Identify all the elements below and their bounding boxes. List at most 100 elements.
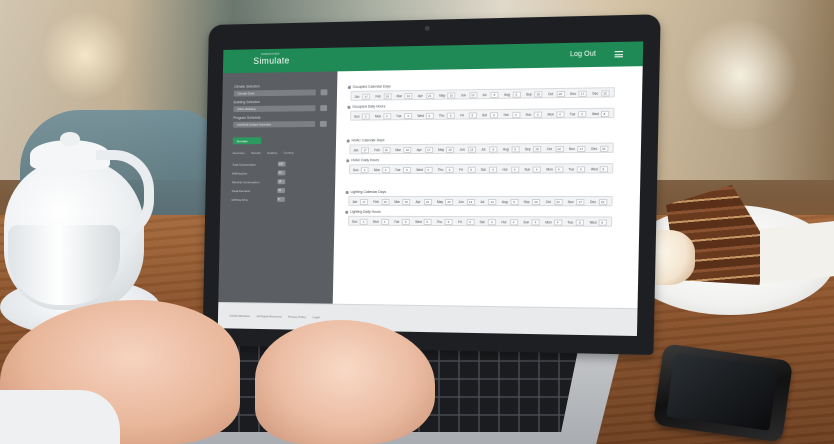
schedule-cell-input[interactable]: 15 [600,146,608,152]
schedule-cell-input[interactable]: 20 [533,146,541,152]
schedule-cell-input[interactable]: 17 [360,199,368,205]
schedule-cell-input[interactable]: 4 [553,219,561,225]
schedule-cell-input[interactable]: 4 [404,113,412,119]
schedule-cell-input[interactable]: 0 [362,114,370,120]
schedule-cell-input[interactable]: 6 [466,219,474,225]
schedule-cell-label: Tue [395,168,400,172]
schedule-cell-input[interactable]: 6 [424,167,432,173]
schedule-cell-input[interactable]: 4 [511,167,519,173]
schedule-section-title: Occupied Daily Hours [352,104,385,108]
schedule-cell-input[interactable]: 6 [576,219,584,225]
schedule-cell-input[interactable]: 21 [424,199,432,205]
schedule-cell-label: Jun [458,200,463,204]
schedule-cell-input[interactable]: 4 [361,167,369,173]
schedule-cell-input[interactable]: 6 [490,92,498,98]
schedule-cell-input[interactable]: 5 [511,146,519,152]
schedule-cell-input[interactable]: 13 [466,199,474,205]
schedule-cell-input[interactable]: 6 [467,167,475,173]
schedule-cell-input[interactable]: 8 [600,111,608,117]
brand-logo[interactable]: Simulate [253,55,290,65]
webcam [425,26,430,31]
schedule-cell-input[interactable]: 6 [578,111,586,117]
schedule-cell-input[interactable]: 4 [360,219,368,225]
stat-value: 6 [277,197,285,202]
logout-button[interactable]: Log Out [570,51,596,59]
schedule-cell-input[interactable]: 6 [577,166,585,172]
building-add-button[interactable] [320,105,327,111]
schedule-cell-input[interactable]: 4 [509,219,517,225]
footer-link-rights[interactable]: All Rights Reserved [256,314,281,318]
schedule-cell-input[interactable]: 4 [512,112,520,118]
schedule-cell-input[interactable]: 17 [361,147,369,153]
schedule-cell-input[interactable]: 4 [555,166,563,172]
schedule-cell-input[interactable]: 15 [601,90,609,96]
program-select[interactable]: ASHRAE Default Schedule [233,121,315,128]
schedule-cell-input[interactable]: 6 [446,167,454,173]
schedule-cell-input[interactable]: 13 [469,92,477,98]
schedule-cell-input[interactable]: 15 [598,199,606,205]
schedule-cell-input[interactable]: 4 [383,113,391,119]
schedule-cell-input[interactable]: 20 [534,91,542,97]
simulate-button[interactable]: Simulate [233,137,262,144]
schedule-cell-input[interactable]: 6 [468,112,476,118]
schedule-cell-input[interactable]: 22 [445,199,453,205]
schedule-cell-input[interactable]: 21 [426,93,434,99]
schedule-cell-input[interactable]: 17 [425,147,433,153]
tab-cooling[interactable]: Cooling [284,151,294,155]
footer: ©2015 Mindriver All Rights Reserved Priv… [218,302,638,336]
stat-value: 43 [278,170,286,175]
schedule-cell-input[interactable]: 16 [404,93,412,99]
schedule-cell-input[interactable]: 4 [556,111,564,117]
schedule-cell-input[interactable]: 4 [531,219,539,225]
hamburger-menu-icon[interactable] [615,51,624,57]
schedule-cell-input[interactable]: 16 [402,199,410,205]
schedule-cell-input[interactable]: 6 [403,167,411,173]
schedule-cell-input[interactable]: 0 [490,112,498,118]
schedule-cell-input[interactable]: 19 [381,199,389,205]
stat-value-text: 22 [278,189,281,192]
schedule-cell-input[interactable]: 4 [382,167,390,173]
footer-link-legal[interactable]: Legal [313,315,320,319]
tab-heating[interactable]: Heating [267,151,277,155]
schedule-cell-input[interactable]: 6 [402,219,410,225]
schedule-cell-input[interactable]: 4 [533,166,541,172]
schedule-cell-input[interactable]: 17 [362,94,370,100]
schedule-cell-input[interactable]: 5 [512,92,520,98]
schedule-cell-input[interactable]: 5 [510,199,518,205]
schedule-cell-label: Jul [482,93,486,97]
schedule-cell-input[interactable]: 6 [445,219,453,225]
tab-results[interactable]: Results [251,151,261,155]
schedule-cell-input[interactable]: 6 [447,113,455,119]
schedule-cell-input[interactable]: 19 [383,93,391,99]
footer-link-privacy[interactable]: Privacy Policy [288,315,306,319]
schedule-cell-input[interactable]: 0 [534,112,542,118]
schedule-cell-input[interactable]: 20 [532,199,540,205]
schedule-cell-input[interactable]: 16 [382,147,390,153]
schedule-cell-input[interactable]: 4 [381,219,389,225]
schedule-cell-input[interactable]: 8 [598,220,606,226]
schedule-cell-label: Aug [502,200,508,204]
schedule-cell-input[interactable]: 17 [577,146,585,152]
schedule-cell-input[interactable]: 22 [555,146,563,152]
schedule-cell-input[interactable]: 4 [488,219,496,225]
schedule-cell-input[interactable]: 12 [488,199,496,205]
tab-summary[interactable]: Summary [233,151,245,155]
schedule-cell-input[interactable]: 17 [576,199,584,205]
schedule-cell-input[interactable]: 4 [489,167,497,173]
schedule-cell-input[interactable]: 13 [468,147,476,153]
schedule-cell-input[interactable]: 17 [578,91,586,97]
schedule-cell-input[interactable]: 20 [446,147,454,153]
climate-select[interactable]: Climate Zone [234,89,316,96]
schedule-cell-input[interactable]: 8 [599,166,607,172]
building-select[interactable]: Office Building [233,105,315,112]
program-add-button[interactable] [320,121,327,127]
schedule-cell-input[interactable]: 10 [447,92,455,98]
schedule-cell-input[interactable]: 16 [403,147,411,153]
schedule-cell-label: Sun [523,220,529,224]
schedule-cell-input[interactable]: 22 [556,91,564,97]
schedule-cell-input[interactable]: 22 [554,199,562,205]
schedule-cell-input[interactable]: 6 [423,219,431,225]
schedule-cell-input[interactable]: 6 [489,146,497,152]
schedule-cell-input[interactable]: 6 [425,113,433,119]
climate-add-button[interactable] [321,89,328,95]
